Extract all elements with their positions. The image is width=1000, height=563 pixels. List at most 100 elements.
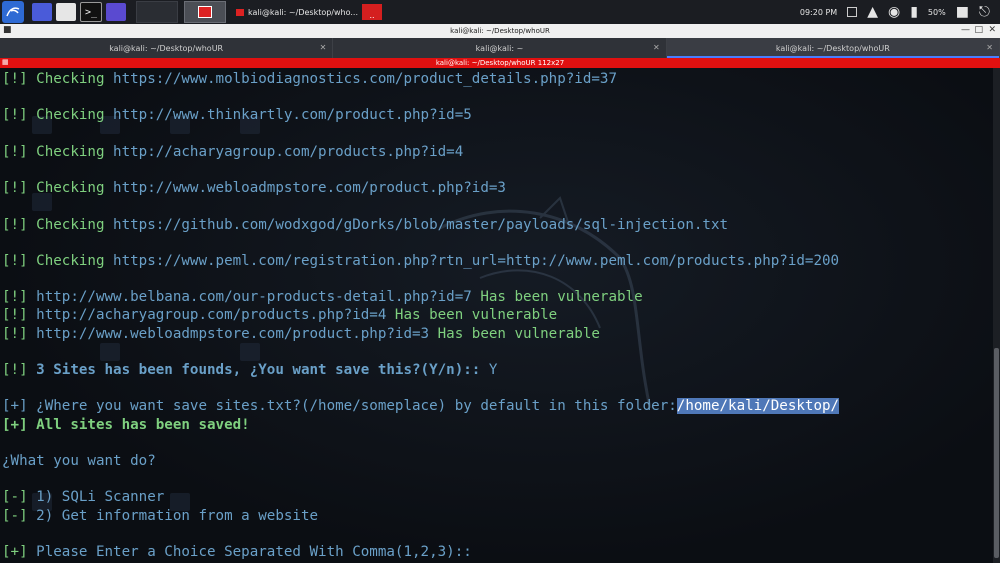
show-desktop-icon[interactable] xyxy=(32,3,52,21)
tab-3[interactable]: kali@kali: ~/Desktop/whoUR ✕ xyxy=(666,38,1000,58)
terminal-launcher-icon[interactable]: >_ xyxy=(80,2,102,22)
battery-icon: ▮ xyxy=(910,4,918,20)
terminal-segment: [+] ¿Where you want save sites.txt?(/hom… xyxy=(2,398,677,415)
power-icon[interactable]: ⎋ xyxy=(979,5,990,19)
terminal-segment: ¿What you want do? xyxy=(2,452,156,469)
tab-close-icon[interactable]: ✕ xyxy=(320,43,327,52)
terminal-line: [!] Checking https://www.molbiodiagnosti… xyxy=(2,70,839,88)
tab-close-icon[interactable]: ✕ xyxy=(986,43,993,52)
terminal-url: http://www.belbana.com/our-products-deta… xyxy=(36,289,472,306)
terminal-segment: Y xyxy=(488,362,498,378)
workspace-2[interactable] xyxy=(184,1,226,23)
terminal-segment: [!] xyxy=(2,289,37,306)
terminal-url: http://www.webloadmpstore.com/product.ph… xyxy=(36,325,430,342)
system-tray: 09:20 PM ▲ ◉ ▮ 50% ■ ⎋ xyxy=(800,0,1000,24)
terminal-line: [+] ¿Where you want save sites.txt?(/hom… xyxy=(2,397,840,415)
terminal-segment: [!] Checking xyxy=(2,252,114,269)
terminal-url: http://acharyagroup.com/products.php?id=… xyxy=(36,307,387,324)
window-menu-icon[interactable]: ■ xyxy=(3,25,12,35)
kali-menu-icon[interactable] xyxy=(2,1,24,23)
terminal-line: [+] Please Enter a Choice Separated With… xyxy=(2,543,839,561)
volume-icon[interactable]: ▲ xyxy=(867,5,878,19)
terminal-segment: [!] xyxy=(2,362,37,378)
terminal-url: https://www.molbiodiagnostics.com/produc… xyxy=(113,71,618,87)
terminal-url: http://acharyagroup.com/products.php?id=… xyxy=(113,143,464,160)
minimize-icon[interactable]: — xyxy=(961,25,970,35)
terminal-segment: [+] All sites has been saved! xyxy=(2,416,250,433)
notification-bell-icon[interactable]: ◉ xyxy=(888,5,900,19)
tab-2[interactable]: kali@kali: ~ ✕ xyxy=(333,38,667,58)
terminal-line: [-] 1) SQLi Scanner xyxy=(2,488,839,506)
terminal-line: [!] Checking http://www.thinkartly.com/p… xyxy=(2,106,839,124)
tab-1[interactable]: kali@kali: ~/Desktop/whoUR ✕ xyxy=(0,38,334,58)
terminal-segment: [!] Checking xyxy=(2,107,114,124)
top-panel: >_ kali@kali: ~/Desktop/who... .. 09:20 … xyxy=(0,0,1000,24)
screen-recorder-icon[interactable] xyxy=(106,3,126,21)
terminal-line: [!] Checking https://www.peml.com/regist… xyxy=(2,252,839,270)
workspace-indicator-icon[interactable] xyxy=(847,7,858,17)
terminal-url: https://www.peml.com/registration.php?rt… xyxy=(113,252,840,269)
lock-icon[interactable]: ■ xyxy=(956,5,969,19)
terminal-url: https://github.com/wodxgod/gDorks/blob/m… xyxy=(113,216,729,233)
terminal-segment: 1) SQLi Scanner xyxy=(36,489,165,506)
terminal-line: [!] http://www.webloadmpstore.com/produc… xyxy=(2,325,839,343)
infobar-text: kali@kali: ~/Desktop/whoUR 112x27 xyxy=(435,59,565,67)
terminal-scrollbar[interactable] xyxy=(993,68,1000,563)
terminal-segment: [!] Checking xyxy=(2,71,114,87)
clock[interactable]: 09:20 PM xyxy=(800,8,837,17)
terminal-segment: Has been vulnerable xyxy=(386,307,558,324)
terminal-segment: [-] xyxy=(2,489,37,506)
workspace-1[interactable] xyxy=(136,1,178,23)
terminal-segment: [!] xyxy=(2,307,37,324)
terminal-line: [!] Checking https://github.com/wodxgod/… xyxy=(2,216,839,234)
terminal-line: [!] http://www.belbana.com/our-products-… xyxy=(2,288,839,306)
terminal-url: http://www.webloadmpstore.com/product.ph… xyxy=(113,180,506,197)
tab-close-icon[interactable]: ✕ xyxy=(653,43,660,52)
battery-percent: 50% xyxy=(927,7,946,17)
workspace-window-thumb xyxy=(198,6,212,18)
terminal-segment: 2) Get information from a website xyxy=(36,507,319,524)
tab-label: kali@kali: ~/Desktop/whoUR xyxy=(109,43,224,53)
taskbar-window-entry[interactable]: kali@kali: ~/Desktop/who... xyxy=(236,2,358,22)
terminal-text: [!] Checking https://www.molbiodiagnosti… xyxy=(2,70,840,561)
window-titlebar[interactable]: kali@kali: ~/Desktop/whoUR ■ — □ ✕ xyxy=(0,24,1000,38)
taskbar-terminal-icon[interactable]: .. xyxy=(362,4,382,20)
tab-label: kali@kali: ~/Desktop/whoUR xyxy=(775,43,890,53)
terminal-line: [+] All sites has been saved! xyxy=(2,416,839,434)
terminal-segment: [!] xyxy=(2,325,37,342)
terminal-line: [-] 2) Get information from a website xyxy=(2,507,839,525)
maximize-icon[interactable]: □ xyxy=(974,25,983,35)
terminal-tabs: kali@kali: ~/Desktop/whoUR ✕ kali@kali: … xyxy=(0,38,1000,58)
terminal-segment: [!] Checking xyxy=(2,143,114,160)
terminal-segment: Has been vulnerable xyxy=(429,325,600,342)
terminal-segment: Has been vulnerable xyxy=(471,289,643,306)
taskbar-window-title: kali@kali: ~/Desktop/who... xyxy=(248,7,358,17)
terminal-output[interactable]: [!] Checking https://www.molbiodiagnosti… xyxy=(0,68,993,563)
file-manager-icon[interactable] xyxy=(56,3,76,21)
window-title: kali@kali: ~/Desktop/whoUR xyxy=(450,27,550,35)
scrollbar-thumb[interactable] xyxy=(994,348,999,558)
terminal-segment: [!] Checking xyxy=(2,216,114,233)
close-icon[interactable]: ✕ xyxy=(988,25,996,35)
terminal-segment: [!] Checking xyxy=(2,180,114,197)
terminal-line: ¿What you want do? xyxy=(2,452,839,470)
terminal-segment: 3 Sites has been founds, ¿You want save … xyxy=(36,362,489,378)
terminal-url: http://www.thinkartly.com/product.php?id… xyxy=(113,107,472,124)
terminal-segment: [+] xyxy=(2,543,37,560)
terminal-window-icon xyxy=(236,8,244,16)
tab-label: kali@kali: ~ xyxy=(475,43,524,53)
terminal-line: [!] http://acharyagroup.com/products.php… xyxy=(2,306,839,324)
terminal-line: [!] Checking http://acharyagroup.com/pro… xyxy=(2,143,839,161)
terminal-segment: [-] xyxy=(2,507,37,524)
